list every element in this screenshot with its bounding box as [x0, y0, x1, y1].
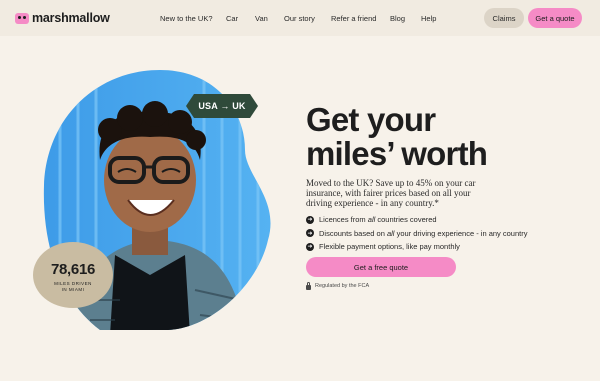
get-a-quote-button[interactable]: Get a quote — [528, 8, 582, 28]
hero-subtext: Moved to the UK? Save up to 45% on your … — [306, 178, 476, 208]
claims-button[interactable]: Claims — [484, 8, 524, 28]
nav-van[interactable]: Van — [255, 14, 268, 23]
feature-list: ➜ Licences from all countries covered ➜ … — [306, 213, 566, 254]
nav-our-story[interactable]: Our story — [284, 14, 315, 23]
regulated-text: Regulated by the FCA — [315, 283, 370, 289]
miles-stat-number: 78,616 — [50, 261, 96, 278]
hero-image — [33, 70, 271, 330]
arrow-right-circle-icon: ➜ — [306, 215, 314, 224]
marshmallow-logo-icon — [15, 12, 29, 24]
feature-text: Licences from all countries covered — [319, 215, 437, 225]
marshmallow-logo[interactable]: marshmallow — [15, 9, 110, 27]
route-badge: USA → UK — [198, 101, 246, 111]
headline-line-2: miles’ worth — [306, 135, 488, 172]
feature-text: Flexible payment options, like pay month… — [319, 242, 460, 252]
nav-help[interactable]: Help — [421, 14, 436, 23]
nav-new-to-uk[interactable]: New to the UK? — [160, 14, 213, 23]
nav-blog[interactable]: Blog — [390, 14, 405, 23]
stat-label-line-2: IN MIAMI — [61, 287, 85, 292]
page-title: Get your miles’ worth — [306, 103, 566, 171]
feature-item: ➜ Discounts based on all your driving ex… — [306, 227, 566, 241]
get-a-free-quote-button[interactable]: Get a free quote — [306, 257, 456, 277]
arrow-right-circle-icon: ➜ — [306, 229, 314, 238]
nav-refer-a-friend[interactable]: Refer a friend — [331, 14, 376, 23]
feature-item: ➜ Flexible payment options, like pay mon… — [306, 240, 566, 254]
lock-icon — [306, 281, 311, 290]
top-header: marshmallow New to the UK? Car Van Our s… — [0, 0, 600, 36]
feature-item: ➜ Licences from all countries covered — [306, 213, 566, 227]
miles-stat-label: MILES DRIVEN IN MIAMI — [40, 281, 106, 293]
headline-line-1: Get your — [306, 101, 436, 138]
nav-car[interactable]: Car — [226, 14, 238, 23]
arrow-right-circle-icon: ➜ — [306, 242, 314, 251]
logo-text: marshmallow — [32, 11, 110, 25]
feature-text: Discounts based on all your driving expe… — [319, 228, 528, 238]
regulated-notice: Regulated by the FCA — [306, 281, 370, 290]
